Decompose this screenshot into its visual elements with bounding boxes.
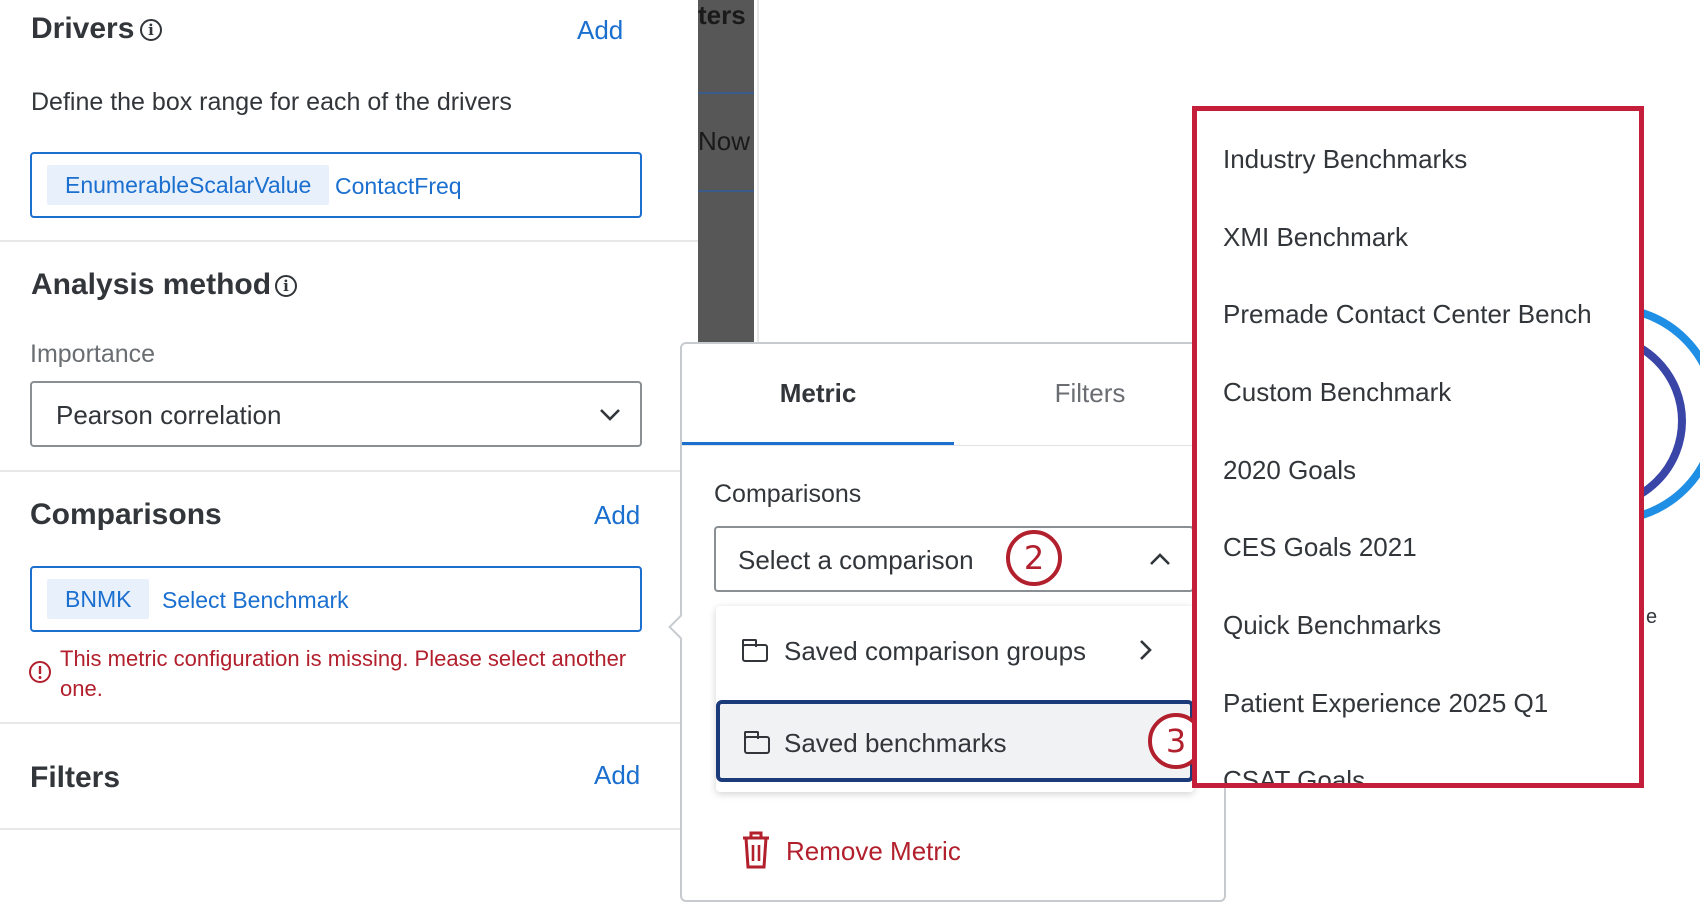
benchmark-item[interactable]: CSAT Goals <box>1223 765 1365 783</box>
folder-icon <box>744 731 770 754</box>
comparisons-field-label: Comparisons <box>714 480 862 508</box>
comparison-select[interactable]: Select a comparison <box>714 526 1194 592</box>
background-overlay: ters Now I <box>698 0 754 342</box>
comparison-menu: Saved comparison groups Saved benchmarks <box>716 606 1194 792</box>
benchmark-item[interactable]: Industry Benchmarks <box>1223 144 1467 175</box>
tab-metric[interactable]: Metric <box>682 378 954 409</box>
left-panel: Drivers i Add Define the box range for e… <box>0 0 698 886</box>
background-row-fragment: Now I <box>698 126 754 156</box>
comparisons-error: This metric configuration is missing. Pl… <box>60 646 627 701</box>
analysis-title: Analysis method <box>31 268 272 301</box>
background-fragment: e <box>1646 606 1658 628</box>
drivers-chip: EnumerableScalarValue <box>47 165 330 205</box>
benchmark-item[interactable]: Custom Benchmark <box>1223 377 1451 408</box>
importance-label: Importance <box>30 340 156 368</box>
drivers-field[interactable]: EnumerableScalarValue ContactFreq <box>30 152 642 218</box>
background-title-fragment: ters <box>698 0 746 30</box>
comparisons-field[interactable]: BNMK Select Benchmark <box>30 566 642 632</box>
tab-divider <box>682 445 1226 446</box>
comparisons-add-link[interactable]: Add <box>594 500 640 531</box>
benchmark-item[interactable]: 2020 Goals <box>1223 455 1356 486</box>
drivers-value: ContactFreq <box>335 173 462 199</box>
benchmark-item[interactable]: CES Goals 2021 <box>1223 532 1417 563</box>
background-line <box>698 190 754 192</box>
background-line <box>698 92 754 94</box>
chevron-up-icon <box>1150 553 1170 565</box>
menu-item-label: Saved benchmarks <box>784 728 1007 758</box>
drivers-title: Drivers <box>31 12 135 45</box>
menu-item-label: Saved comparison groups <box>784 636 1087 666</box>
background-divider <box>757 0 759 342</box>
tab-filters[interactable]: Filters <box>954 378 1226 409</box>
analysis-selected-value: Pearson correlation <box>56 400 282 430</box>
chevron-down-icon <box>600 409 620 421</box>
info-icon[interactable]: i <box>140 19 162 41</box>
analysis-select[interactable]: Pearson correlation <box>30 381 642 447</box>
menu-item-saved-benchmarks[interactable]: Saved benchmarks <box>716 700 1194 782</box>
benchmark-item[interactable]: XMI Benchmark <box>1223 222 1408 253</box>
metric-popover: Metric Filters Comparisons Select a comp… <box>680 342 1226 902</box>
section-divider <box>0 828 698 830</box>
drivers-description: Define the box range for each of the dri… <box>31 88 512 116</box>
error-icon <box>29 661 51 683</box>
benchmark-list: Industry Benchmarks XMI Benchmark Premad… <box>1192 106 1644 788</box>
remove-metric-button[interactable]: Remove Metric <box>786 836 961 867</box>
benchmark-item[interactable]: Quick Benchmarks <box>1223 610 1441 641</box>
folder-icon <box>742 639 768 662</box>
section-divider <box>0 470 698 472</box>
trash-icon[interactable] <box>740 830 772 870</box>
filters-add-link[interactable]: Add <box>594 760 640 791</box>
info-icon[interactable]: i <box>275 275 297 297</box>
benchmark-item[interactable]: Premade Contact Center Bench <box>1223 299 1592 330</box>
drivers-add-link[interactable]: Add <box>577 15 623 46</box>
section-divider <box>0 722 698 724</box>
comparison-select-placeholder: Select a comparison <box>738 545 974 575</box>
chevron-right-icon <box>1140 640 1152 660</box>
comparisons-chip: BNMK <box>47 579 150 619</box>
benchmark-item[interactable]: Patient Experience 2025 Q1 <box>1223 688 1548 719</box>
filters-title: Filters <box>30 761 121 794</box>
step-marker-2: 2 <box>1006 530 1062 586</box>
comparisons-value: Select Benchmark <box>162 587 349 613</box>
section-divider <box>0 240 698 242</box>
menu-item-saved-comparison-groups[interactable]: Saved comparison groups <box>716 606 1194 692</box>
comparisons-title: Comparisons <box>30 498 222 531</box>
